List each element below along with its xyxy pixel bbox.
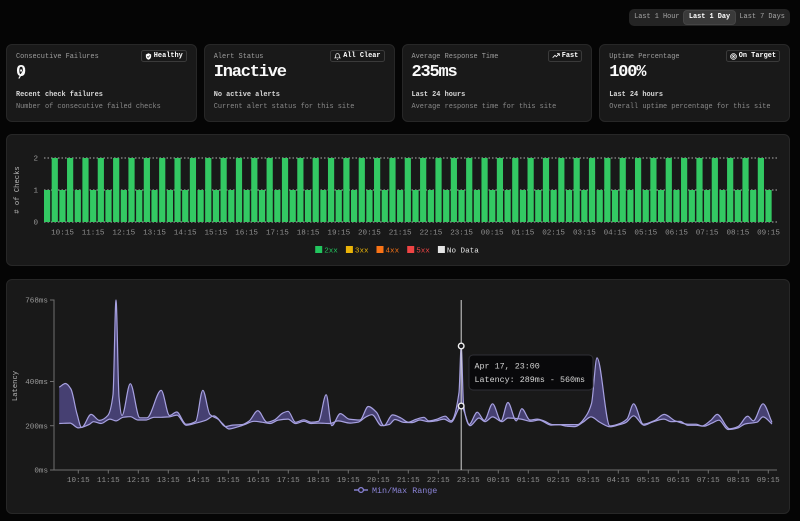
svg-text:12:15: 12:15 xyxy=(127,477,150,485)
svg-text:16:15: 16:15 xyxy=(247,477,270,485)
svg-text:17:15: 17:15 xyxy=(266,230,289,238)
svg-text:5xx: 5xx xyxy=(416,247,430,255)
svg-text:01:15: 01:15 xyxy=(512,230,535,238)
svg-text:0ms: 0ms xyxy=(34,468,48,476)
svg-text:13:15: 13:15 xyxy=(157,477,180,485)
svg-text:18:15: 18:15 xyxy=(297,230,320,238)
svg-text:Min/Max Range: Min/Max Range xyxy=(372,486,437,496)
svg-text:768ms: 768ms xyxy=(25,298,48,306)
svg-text:06:15: 06:15 xyxy=(667,477,690,485)
svg-text:12:15: 12:15 xyxy=(112,230,135,238)
svg-text:15:15: 15:15 xyxy=(205,230,228,238)
svg-text:00:15: 00:15 xyxy=(487,477,510,485)
svg-text:05:15: 05:15 xyxy=(634,230,657,238)
svg-text:08:15: 08:15 xyxy=(727,477,750,485)
svg-text:22:15: 22:15 xyxy=(427,477,450,485)
svg-text:03:15: 03:15 xyxy=(573,230,596,238)
svg-text:13:15: 13:15 xyxy=(143,230,166,238)
svg-text:200ms: 200ms xyxy=(25,423,48,431)
svg-text:11:15: 11:15 xyxy=(82,230,105,238)
svg-text:09:15: 09:15 xyxy=(757,230,780,238)
svg-text:17:15: 17:15 xyxy=(277,477,300,485)
svg-text:22:15: 22:15 xyxy=(420,230,443,238)
svg-text:No Data: No Data xyxy=(447,247,479,255)
svg-text:07:15: 07:15 xyxy=(696,230,719,238)
svg-text:04:15: 04:15 xyxy=(607,477,630,485)
svg-text:02:15: 02:15 xyxy=(547,477,570,485)
svg-text:23:15: 23:15 xyxy=(450,230,473,238)
svg-text:Latency: 289ms - 560ms: Latency: 289ms - 560ms xyxy=(475,375,586,385)
svg-text:23:15: 23:15 xyxy=(457,477,480,485)
svg-text:20:15: 20:15 xyxy=(358,230,381,238)
svg-text:4xx: 4xx xyxy=(386,247,400,255)
svg-text:10:15: 10:15 xyxy=(51,230,74,238)
svg-text:19:15: 19:15 xyxy=(337,477,360,485)
svg-text:05:15: 05:15 xyxy=(637,477,660,485)
svg-text:11:15: 11:15 xyxy=(97,477,120,485)
svg-text:20:15: 20:15 xyxy=(367,477,390,485)
svg-text:03:15: 03:15 xyxy=(577,477,600,485)
svg-text:06:15: 06:15 xyxy=(665,230,688,238)
svg-text:1: 1 xyxy=(33,188,38,196)
svg-text:2: 2 xyxy=(33,156,38,164)
svg-text:21:15: 21:15 xyxy=(389,230,412,238)
svg-text:00:15: 00:15 xyxy=(481,230,504,238)
svg-text:19:15: 19:15 xyxy=(327,230,350,238)
svg-text:18:15: 18:15 xyxy=(307,477,330,485)
svg-text:07:15: 07:15 xyxy=(697,477,720,485)
svg-text:16:15: 16:15 xyxy=(235,230,258,238)
svg-text:3xx: 3xx xyxy=(355,247,369,255)
svg-text:14:15: 14:15 xyxy=(187,477,210,485)
svg-text:04:15: 04:15 xyxy=(604,230,627,238)
svg-text:400ms: 400ms xyxy=(25,379,48,387)
svg-text:14:15: 14:15 xyxy=(174,230,197,238)
svg-text:02:15: 02:15 xyxy=(542,230,565,238)
svg-text:# of Checks: # of Checks xyxy=(14,166,22,213)
svg-text:Apr 17, 23:00: Apr 17, 23:00 xyxy=(475,362,540,372)
svg-text:09:15: 09:15 xyxy=(757,477,780,485)
svg-text:21:15: 21:15 xyxy=(397,477,420,485)
svg-text:Latency: Latency xyxy=(12,370,20,401)
svg-text:0: 0 xyxy=(33,220,38,228)
svg-text:2xx: 2xx xyxy=(324,247,338,255)
svg-text:08:15: 08:15 xyxy=(727,230,750,238)
svg-text:10:15: 10:15 xyxy=(67,477,90,485)
svg-text:15:15: 15:15 xyxy=(217,477,240,485)
svg-text:01:15: 01:15 xyxy=(517,477,540,485)
